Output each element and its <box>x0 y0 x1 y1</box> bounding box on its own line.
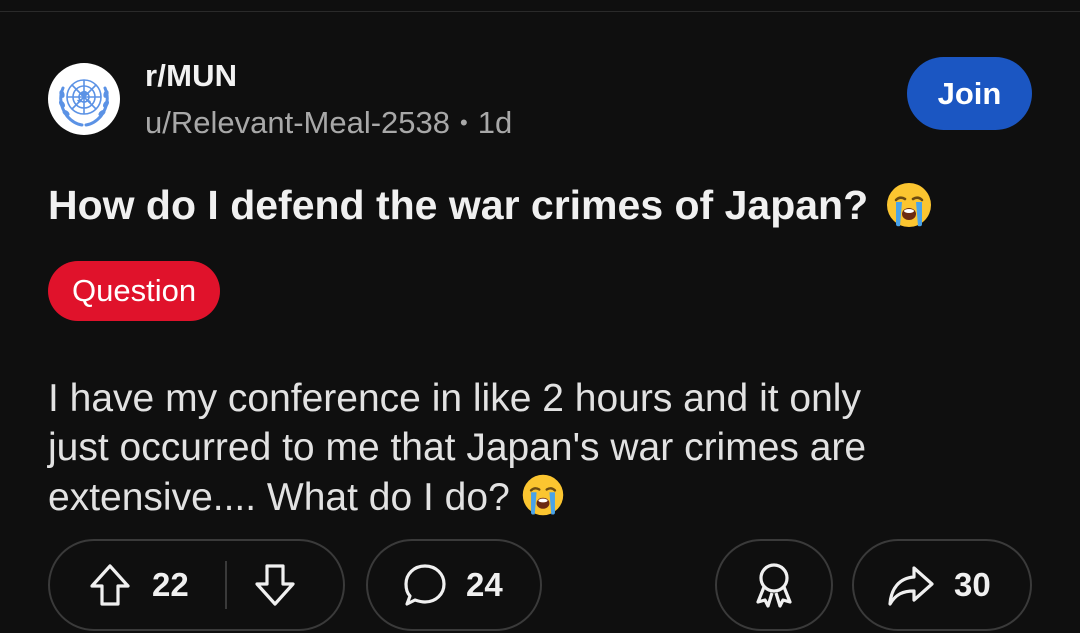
body-line-1: I have my conference in like 2 hours and… <box>48 377 861 420</box>
post-meta: u/Relevant-Meal-2538 • 1d <box>145 105 512 141</box>
loudly-crying-face-icon <box>520 472 566 518</box>
comment-bubble-icon <box>402 562 448 608</box>
loudly-crying-face-icon <box>884 180 934 230</box>
share-arrow-icon <box>886 562 936 608</box>
post-title: How do I defend the war crimes of Japan? <box>48 181 869 228</box>
share-count: 30 <box>954 566 991 603</box>
upvote-button[interactable] <box>88 562 132 608</box>
comment-button[interactable]: 24 <box>366 539 542 631</box>
meta-separator: • <box>460 110 468 135</box>
body-line-3-text: extensive.... What do I do? <box>48 476 510 519</box>
downvote-arrow-icon <box>255 564 295 606</box>
post-age: 1d <box>477 105 513 140</box>
subreddit-avatar[interactable] <box>48 63 120 135</box>
subreddit-name[interactable]: r/MUN <box>145 58 237 94</box>
top-divider <box>0 11 1080 12</box>
post-flair[interactable]: Question <box>48 261 221 321</box>
vote-bar: 22 <box>48 539 345 631</box>
body-line-3: extensive.... What do I do? <box>48 472 1038 522</box>
join-button[interactable]: Join <box>907 57 1032 130</box>
downvote-button[interactable] <box>253 562 297 608</box>
comment-count: 24 <box>466 566 503 603</box>
body-line-2: just occurred to me that Japan's war cri… <box>48 426 867 469</box>
un-emblem-icon <box>58 79 110 127</box>
vote-divider <box>224 561 227 609</box>
share-button[interactable]: 30 <box>852 539 1032 631</box>
upvote-arrow-icon <box>90 564 130 606</box>
award-icon <box>756 563 792 608</box>
award-button[interactable] <box>715 539 833 631</box>
author-name[interactable]: u/Relevant-Meal-2538 <box>145 105 450 141</box>
post-title-row[interactable]: How do I defend the war crimes of Japan? <box>48 180 934 230</box>
post-body[interactable]: I have my conference in like 2 hours and… <box>48 374 1038 522</box>
upvote-count: 22 <box>152 566 189 603</box>
